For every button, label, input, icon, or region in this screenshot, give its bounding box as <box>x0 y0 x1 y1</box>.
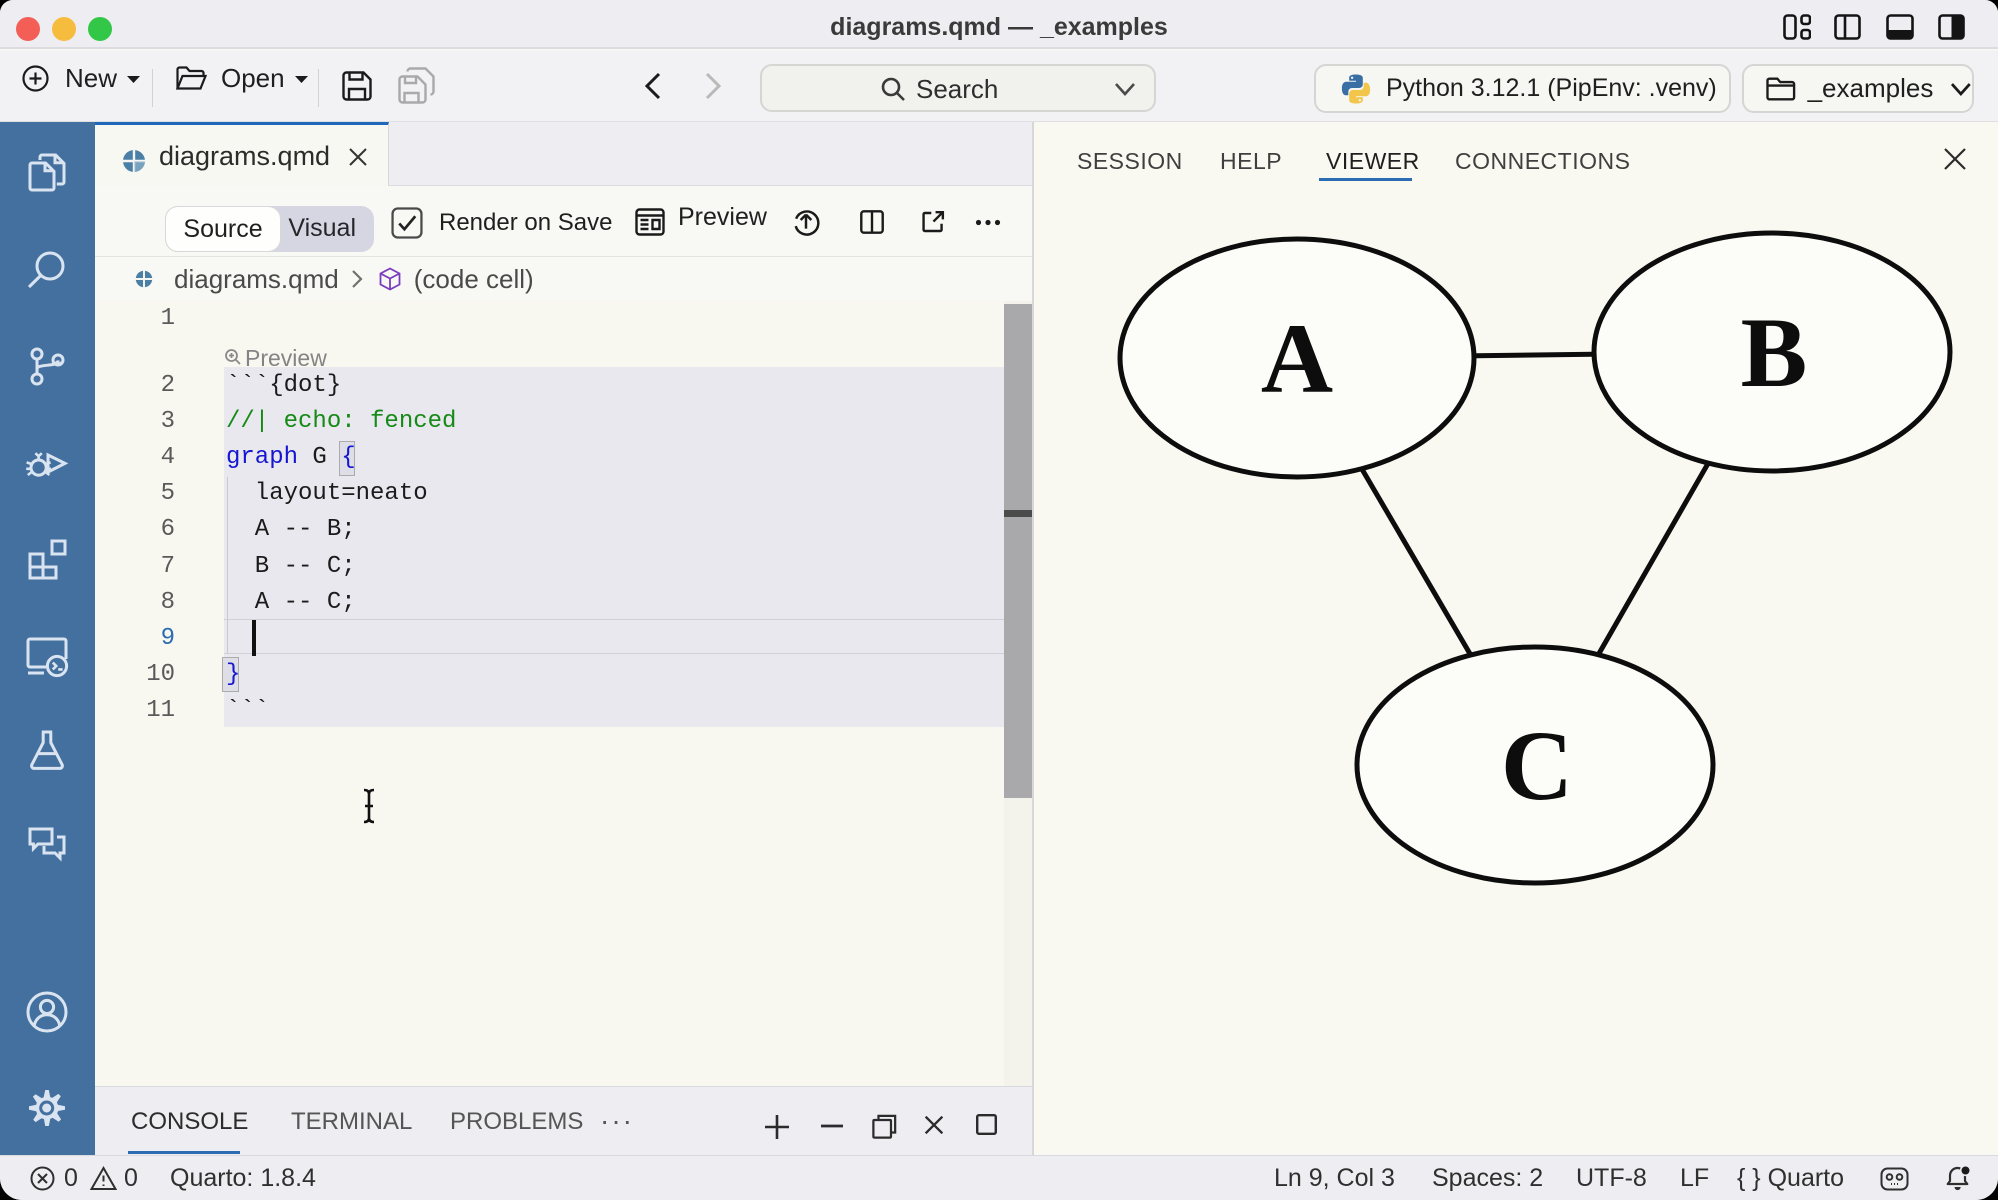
svg-text:C: C <box>1501 710 1573 821</box>
svg-text:B: B <box>1741 297 1808 408</box>
svg-text:A: A <box>1261 303 1333 414</box>
